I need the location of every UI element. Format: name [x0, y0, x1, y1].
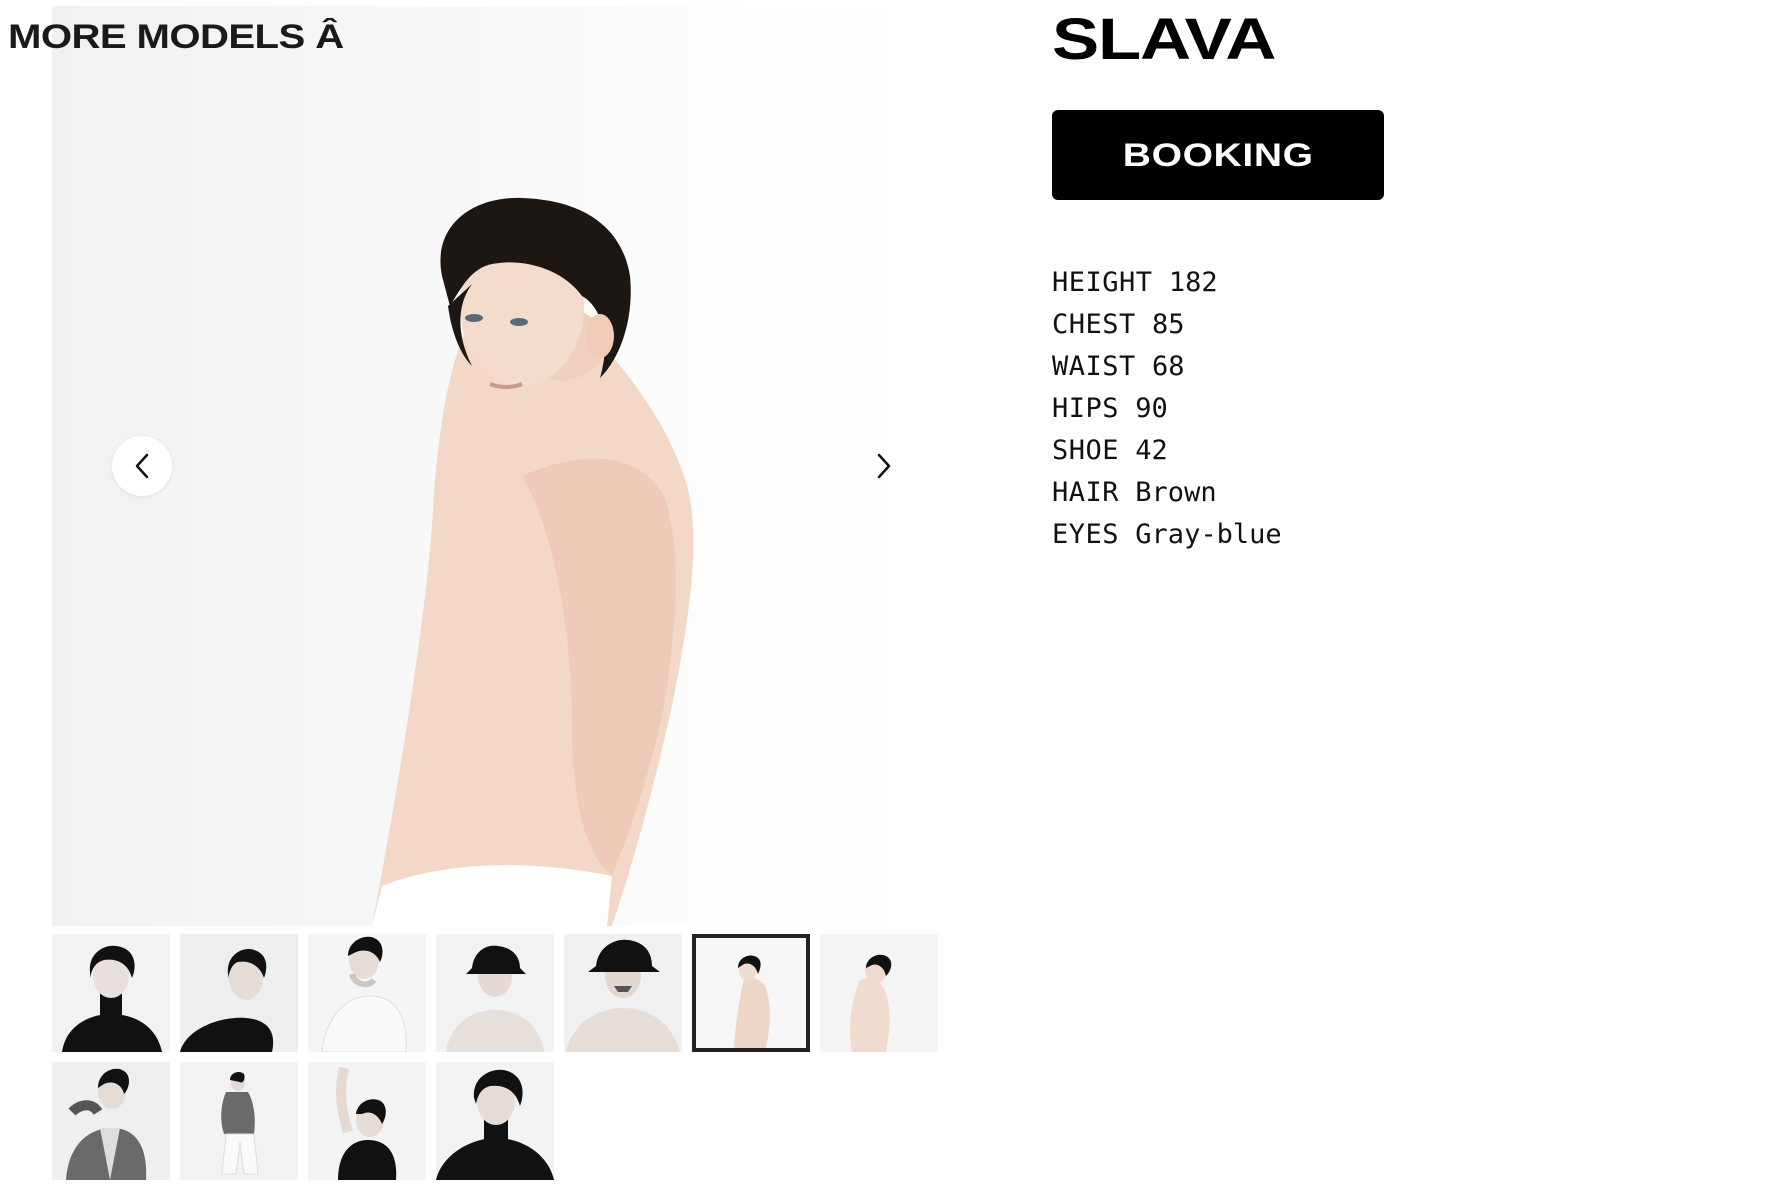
- measurement-key: HEIGHT: [1052, 267, 1153, 298]
- chevron-right-icon: [877, 453, 891, 479]
- measurement-shoe: SHOE 42: [1052, 430, 1282, 472]
- measurement-value: 182: [1168, 267, 1218, 298]
- measurement-key: HAIR: [1052, 477, 1120, 508]
- measurement-value: 90: [1135, 393, 1168, 424]
- measurement-hair: HAIR Brown: [1052, 472, 1282, 514]
- measurement-eyes: EYES Gray-blue: [1052, 514, 1282, 556]
- more-models-link[interactable]: MORE MODELS Â: [8, 18, 344, 57]
- measurement-height: HEIGHT 182: [1052, 262, 1282, 304]
- measurement-value: 68: [1152, 351, 1185, 382]
- measurement-key: EYES: [1052, 519, 1120, 550]
- thumbnail-7[interactable]: [820, 934, 938, 1052]
- thumbnail-11[interactable]: [436, 1062, 554, 1180]
- measurement-key: SHOE: [1052, 435, 1120, 466]
- booking-button[interactable]: BOOKING: [1052, 110, 1384, 200]
- model-name-heading: SLAVA: [1052, 7, 1276, 72]
- chevron-left-icon: [135, 453, 149, 479]
- carousel-prev-button[interactable]: [112, 436, 172, 496]
- carousel-next-button[interactable]: [854, 436, 914, 496]
- measurement-chest: CHEST 85: [1052, 304, 1282, 346]
- thumbnail-8[interactable]: [52, 1062, 170, 1180]
- measurement-key: CHEST: [1052, 309, 1136, 340]
- measurements-list: HEIGHT 182 CHEST 85 WAIST 68 HIPS 90 SHO…: [1052, 262, 1282, 556]
- thumbnail-9[interactable]: [180, 1062, 298, 1180]
- measurement-key: HIPS: [1052, 393, 1120, 424]
- thumbnail-6[interactable]: [692, 934, 810, 1052]
- measurement-value: 42: [1135, 435, 1168, 466]
- thumbnail-3[interactable]: [308, 934, 426, 1052]
- measurement-value: Gray-blue: [1135, 519, 1282, 550]
- thumbnail-10[interactable]: [308, 1062, 426, 1180]
- booking-button-label: BOOKING: [1122, 136, 1314, 173]
- measurement-hips: HIPS 90: [1052, 388, 1282, 430]
- main-photo: [52, 6, 928, 926]
- thumbnail-4[interactable]: [436, 934, 554, 1052]
- thumbnail-5[interactable]: [564, 934, 682, 1052]
- measurement-waist: WAIST 68: [1052, 346, 1282, 388]
- measurement-value: Brown: [1135, 477, 1217, 508]
- measurement-value: 85: [1152, 309, 1185, 340]
- thumbnail-1[interactable]: [52, 934, 170, 1052]
- thumbnail-2[interactable]: [180, 934, 298, 1052]
- measurement-key: WAIST: [1052, 351, 1136, 382]
